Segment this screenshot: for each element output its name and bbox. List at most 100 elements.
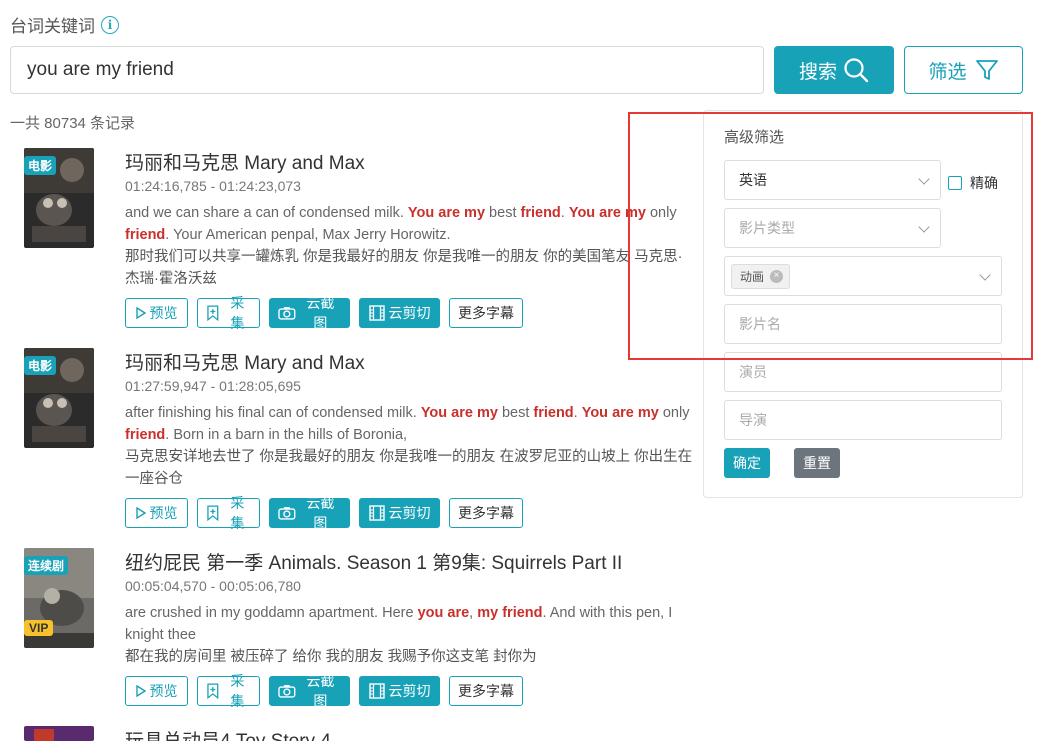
result-timecode: 00:05:04,570 - 00:05:06,780 xyxy=(125,578,301,594)
reset-button[interactable]: 重置 xyxy=(794,448,840,478)
exact-match-option[interactable]: 精确 xyxy=(948,173,998,193)
keyword-highlight: my friend xyxy=(477,605,543,621)
subtitle-text: best xyxy=(497,405,534,421)
confirm-button[interactable]: 确定 xyxy=(724,448,770,478)
keyword-highlight: You are my xyxy=(581,405,659,421)
more-subtitles-button[interactable]: 更多字幕 xyxy=(449,498,523,528)
play-icon xyxy=(135,307,146,319)
result-title[interactable]: 玩具总动员4 Toy Story 4 xyxy=(125,726,331,741)
more-subtitles-button[interactable]: 更多字幕 xyxy=(449,298,523,328)
result-title[interactable]: 玛丽和马克思 Mary and Max xyxy=(125,348,365,375)
category-badge: 连续剧 xyxy=(24,556,69,575)
chevron-down-icon xyxy=(918,173,930,185)
result-actions: 预览 采集 云截图 云剪切 更多字幕 xyxy=(125,295,523,331)
screenshot-button[interactable]: 云截图 xyxy=(269,495,350,531)
keyword-highlight: You are my xyxy=(568,205,646,221)
result-title[interactable]: 玛丽和马克思 Mary and Max xyxy=(125,148,365,175)
search-button[interactable]: 搜索 xyxy=(774,46,894,94)
director-input[interactable]: 导演 xyxy=(724,400,1002,440)
result-actions: 预览 采集 云截图 云剪切 更多字幕 xyxy=(125,673,523,709)
close-icon[interactable]: × xyxy=(770,269,784,283)
poster-image[interactable]: 电影 xyxy=(24,348,94,448)
film-icon xyxy=(368,683,385,699)
subtitle-text: . Born in a barn in the hills of Boronia… xyxy=(165,427,408,443)
bookmark-plus-icon xyxy=(207,683,219,699)
collect-button[interactable]: 采集 xyxy=(197,295,260,331)
clip-button[interactable]: 云剪切 xyxy=(359,498,440,528)
preview-button[interactable]: 预览 xyxy=(125,298,188,328)
subtitle-text: only xyxy=(658,405,690,421)
category-badge: 电影 xyxy=(24,356,57,375)
panel-title: 高级筛选 xyxy=(724,129,785,146)
search-input[interactable] xyxy=(10,46,764,94)
search-icon xyxy=(844,58,869,83)
result-english: are crushed in my goddamn apartment. Her… xyxy=(125,602,695,646)
bookmark-plus-icon xyxy=(207,505,219,521)
preview-button[interactable]: 预览 xyxy=(125,498,188,528)
result-english: and we can share a can of condensed milk… xyxy=(125,202,695,246)
camera-icon xyxy=(278,685,296,698)
result-item: 玩具总动员4 Toy Story 4 xyxy=(14,726,694,741)
subtitle-text: only xyxy=(645,205,677,221)
keyword-highlight: friend xyxy=(520,205,561,221)
filter-button[interactable]: 筛选 xyxy=(904,46,1023,94)
play-icon xyxy=(135,685,146,697)
result-item: 电影 玛丽和马克思 Mary and Max 01:27:59,947 - 01… xyxy=(14,348,694,534)
result-item: 连续剧 VIP 纽约屁民 第一季 Animals. Season 1 第9集: … xyxy=(14,548,694,712)
preview-button[interactable]: 预览 xyxy=(125,676,188,706)
screenshot-button[interactable]: 云截图 xyxy=(269,295,350,331)
info-icon[interactable]: i xyxy=(101,15,119,34)
film-name-input[interactable]: 影片名 xyxy=(724,304,1002,344)
subtitle-text: best xyxy=(485,205,521,221)
collect-button[interactable]: 采集 xyxy=(197,495,260,531)
poster-image[interactable] xyxy=(24,726,94,741)
keyword-highlight: You are my xyxy=(420,405,498,421)
clip-button[interactable]: 云剪切 xyxy=(359,298,440,328)
result-timecode: 01:24:16,785 - 01:24:23,073 xyxy=(125,178,301,194)
result-actions: 预览 采集 云截图 云剪切 更多字幕 xyxy=(125,495,523,531)
collect-button[interactable]: 采集 xyxy=(197,673,260,709)
result-item: 电影 玛丽和马克思 Mary and Max 01:24:16,785 - 01… xyxy=(14,148,694,334)
camera-icon xyxy=(278,307,296,320)
result-count: 一共 80734 条记录 xyxy=(10,115,136,132)
camera-icon xyxy=(278,507,296,520)
subtitle-text: after finishing his final can of condens… xyxy=(125,405,421,421)
keyword-highlight: friend xyxy=(125,227,166,243)
exact-checkbox[interactable] xyxy=(948,176,962,190)
more-subtitles-button[interactable]: 更多字幕 xyxy=(449,676,523,706)
funnel-icon xyxy=(975,60,998,80)
exact-label: 精确 xyxy=(970,175,998,191)
result-timecode: 01:27:59,947 - 01:28:05,695 xyxy=(125,378,301,394)
subtitle-text: and we can share a can of condensed milk… xyxy=(125,205,408,221)
language-select[interactable]: 英语 xyxy=(724,160,941,200)
clip-button[interactable]: 云剪切 xyxy=(359,676,440,706)
chevron-down-icon xyxy=(979,269,991,281)
result-title[interactable]: 纽约屁民 第一季 Animals. Season 1 第9集: Squirrel… xyxy=(125,548,622,575)
selected-tag[interactable]: 动画 × xyxy=(731,263,791,289)
language-value: 英语 xyxy=(739,172,767,188)
screenshot-button[interactable]: 云截图 xyxy=(269,673,350,709)
chevron-down-icon xyxy=(918,221,930,233)
keyword-highlight: You are my xyxy=(407,205,486,221)
genre-placeholder: 影片类型 xyxy=(739,220,795,236)
category-badge: 电影 xyxy=(24,156,57,175)
poster-image[interactable]: 连续剧 VIP xyxy=(24,548,94,648)
advanced-filter-panel: 高级筛选 英语 精确 影片类型 动画 × 影片名 演员 导演 确定 重置 xyxy=(703,110,1023,498)
genre-select[interactable]: 影片类型 xyxy=(724,208,941,248)
subtitle-text: . Your American penpal, Max Jerry Horowi… xyxy=(165,227,451,243)
keyword-label: 台词关键词 xyxy=(10,17,95,36)
keyword-highlight: friend xyxy=(533,405,574,421)
subtitle-text: . xyxy=(560,205,569,221)
subtitle-text: are crushed in my goddamn apartment. Her… xyxy=(125,605,418,621)
film-icon xyxy=(368,505,385,521)
tag-select[interactable]: 动画 × xyxy=(724,256,1002,296)
bookmark-plus-icon xyxy=(207,305,219,321)
keyword-label-row: 台词关键词 i xyxy=(10,12,119,37)
search-button-label: 搜索 xyxy=(798,61,837,83)
result-chinese: 马克思安详地去世了 你是我最好的朋友 你是我唯一的朋友 在波罗尼亚的山坡上 你出… xyxy=(125,449,693,487)
result-chinese: 都在我的房间里 被压碎了 给你 我的朋友 我赐予你这支笔 封你为 xyxy=(125,649,537,665)
poster-image[interactable]: 电影 xyxy=(24,148,94,248)
result-chinese: 那时我们可以共享一罐炼乳 你是我最好的朋友 你是我唯一的朋友 你的美国笔友 马克… xyxy=(125,249,683,287)
actor-input[interactable]: 演员 xyxy=(724,352,1002,392)
keyword-highlight: you are xyxy=(417,605,470,621)
